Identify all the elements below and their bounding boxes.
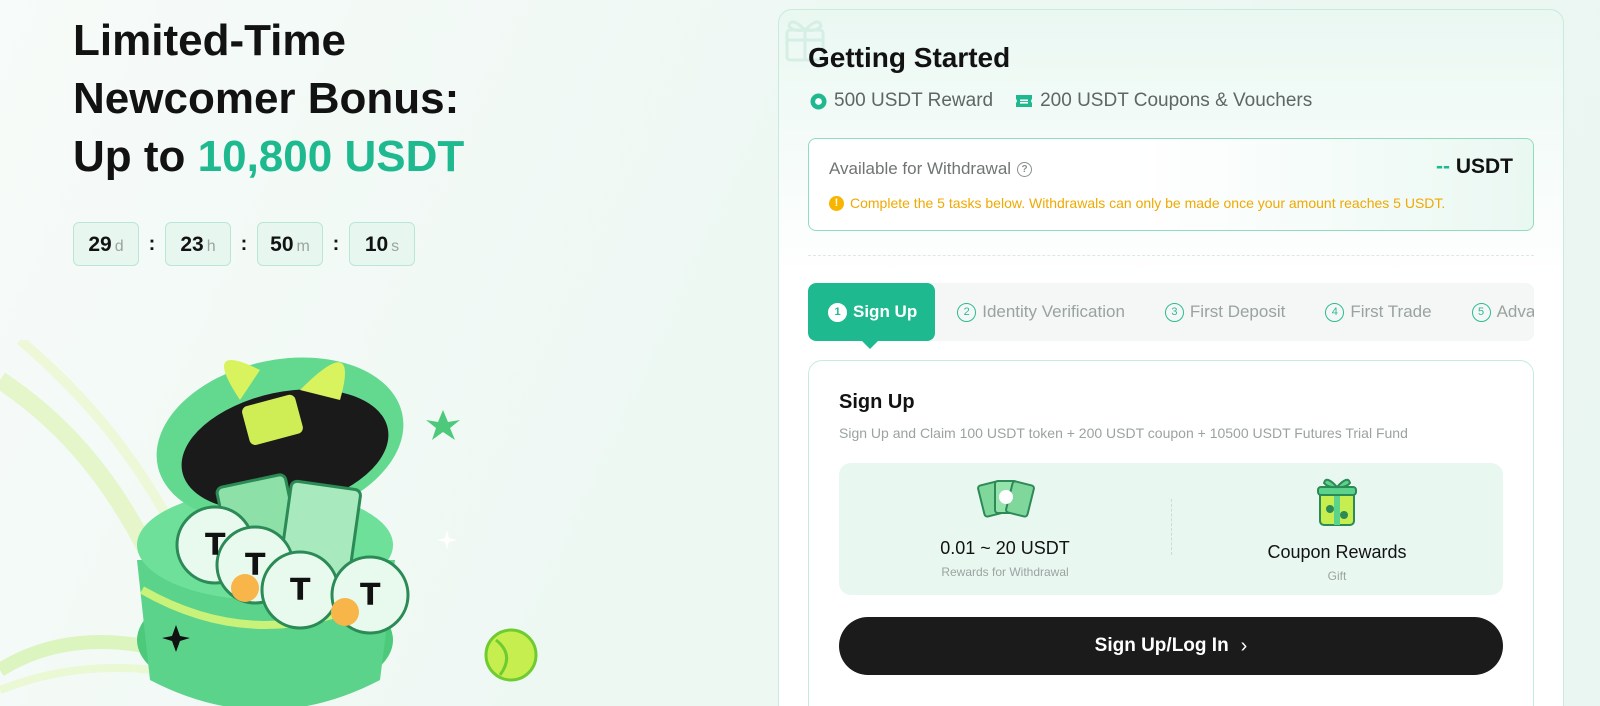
hero-title-prefix: Up to xyxy=(73,132,198,181)
perk-coupons: 200 USDT Coupons & Vouchers xyxy=(1015,90,1312,112)
chevron-right-icon: › xyxy=(1240,634,1248,657)
tab-advanced-verification[interactable]: 5 Advanced Verification xyxy=(1471,302,1534,322)
countdown-separator: : xyxy=(148,232,156,255)
tab-first-deposit[interactable]: 3 First Deposit xyxy=(1164,302,1286,322)
task-steps-tabs: 1 Sign Up 2 Identity Verification 3 Firs… xyxy=(808,283,1534,341)
countdown-seconds-value: 10 xyxy=(364,233,389,256)
hero-title-line2: Newcomer Bonus: xyxy=(73,74,460,123)
step-number: 1 xyxy=(828,302,847,322)
reward-coupon-caption: Gift xyxy=(1327,569,1347,583)
task-title: Sign Up xyxy=(839,391,915,413)
warning-icon: ! xyxy=(829,195,844,211)
withdrawal-label-row: Available for Withdrawal ? xyxy=(829,159,1033,179)
withdrawal-amount-unit: USDT xyxy=(1455,155,1513,178)
step-number: 2 xyxy=(957,302,977,322)
getting-started-panel: Getting Started 500 USDT Reward 200 USDT… xyxy=(778,9,1564,706)
countdown-separator: : xyxy=(332,232,340,255)
svg-text:T: T xyxy=(290,573,311,608)
hero-title-amount: 10,800 USDT xyxy=(197,132,465,181)
task-card: Sign Up Sign Up and Claim 100 USDT token… xyxy=(808,360,1534,706)
countdown-days: 29 d xyxy=(73,222,139,266)
panel-title: Getting Started xyxy=(808,42,1011,73)
withdrawal-note: ! Complete the 5 tasks below. Withdrawal… xyxy=(829,195,1445,211)
tab-first-trade[interactable]: 4 First Trade xyxy=(1325,302,1432,322)
help-icon[interactable]: ? xyxy=(1017,161,1033,177)
hero-title: Limited-Time Newcomer Bonus: Up to 10,80… xyxy=(73,12,693,186)
reward-coupon-title: Coupon Rewards xyxy=(1267,542,1407,562)
countdown-separator: : xyxy=(240,232,248,255)
hero-title-line3: Up to 10,800 USDT xyxy=(73,128,693,186)
tab-sign-up[interactable]: 1 Sign Up xyxy=(808,283,936,341)
withdrawal-amount-value: -- xyxy=(1435,155,1450,178)
step-number: 4 xyxy=(1325,302,1345,322)
reward-coupon: Coupon Rewards Gift xyxy=(1171,475,1503,583)
step-number: 3 xyxy=(1164,302,1184,322)
countdown-seconds: 10 s xyxy=(349,222,415,266)
gift-icon xyxy=(1317,478,1357,526)
tab-identity-verification[interactable]: 2 Identity Verification xyxy=(957,302,1125,322)
step-label: First Trade xyxy=(1350,302,1432,321)
withdrawal-note-text: Complete the 5 tasks below. Withdrawals … xyxy=(850,195,1446,211)
sign-up-login-label: Sign Up/Log In xyxy=(1094,635,1229,656)
svg-text:T: T xyxy=(245,548,266,583)
active-tab-pointer xyxy=(862,341,878,349)
countdown-minutes-value: 50 xyxy=(270,233,294,256)
step-label: Advanced Verification xyxy=(1496,302,1534,321)
step-label: Sign Up xyxy=(853,302,918,321)
step-label: Identity Verification xyxy=(982,302,1125,321)
hero-title-line1: Limited-Time xyxy=(73,16,347,65)
svg-text:T: T xyxy=(360,578,381,613)
countdown-minutes: 50 m xyxy=(257,222,323,266)
ticket-icon xyxy=(1016,95,1033,107)
reward-withdrawal: 0.01 ~ 20 USDT Rewards for Withdrawal xyxy=(839,475,1171,579)
coin-icon xyxy=(810,93,827,109)
withdrawal-card: Available for Withdrawal ? -- USDT ! Com… xyxy=(808,138,1534,231)
countdown-days-value: 29 xyxy=(88,233,112,256)
dashed-divider xyxy=(808,255,1534,256)
voucher-cards-icon xyxy=(977,480,1035,518)
perk-reward-label: 500 USDT Reward xyxy=(834,90,994,111)
rewards-box: 0.01 ~ 20 USDT Rewards for Withdrawal Co… xyxy=(839,463,1503,595)
task-description: Sign Up and Claim 100 USDT token + 200 U… xyxy=(839,425,1408,441)
perk-reward: 500 USDT Reward xyxy=(810,90,993,112)
reward-withdrawal-amount: 0.01 ~ 20 USDT xyxy=(940,538,1070,558)
perks-row: 500 USDT Reward 200 USDT Coupons & Vouch… xyxy=(810,90,1334,112)
svg-text:T: T xyxy=(205,528,226,563)
hero: Limited-Time Newcomer Bonus: Up to 10,80… xyxy=(73,12,693,186)
countdown-timer: 29 d : 23 h : 50 m : 10 s xyxy=(73,222,415,266)
perk-coupons-label: 200 USDT Coupons & Vouchers xyxy=(1040,90,1313,111)
countdown-hours-value: 23 xyxy=(180,233,204,256)
reward-withdrawal-caption: Rewards for Withdrawal xyxy=(941,565,1069,579)
gift-box-illustration: T T T T xyxy=(0,340,538,706)
countdown-hours-unit: h xyxy=(206,238,216,255)
step-number: 5 xyxy=(1471,302,1491,322)
step-label: First Deposit xyxy=(1189,302,1286,321)
countdown-seconds-unit: s xyxy=(391,238,400,255)
countdown-hours: 23 h xyxy=(165,222,231,266)
withdrawal-amount: -- USDT xyxy=(1436,155,1513,179)
countdown-days-unit: d xyxy=(114,238,124,255)
withdrawal-label: Available for Withdrawal xyxy=(829,159,1012,178)
countdown-minutes-unit: m xyxy=(296,238,310,255)
sign-up-login-button[interactable]: Sign Up/Log In › xyxy=(839,617,1503,675)
